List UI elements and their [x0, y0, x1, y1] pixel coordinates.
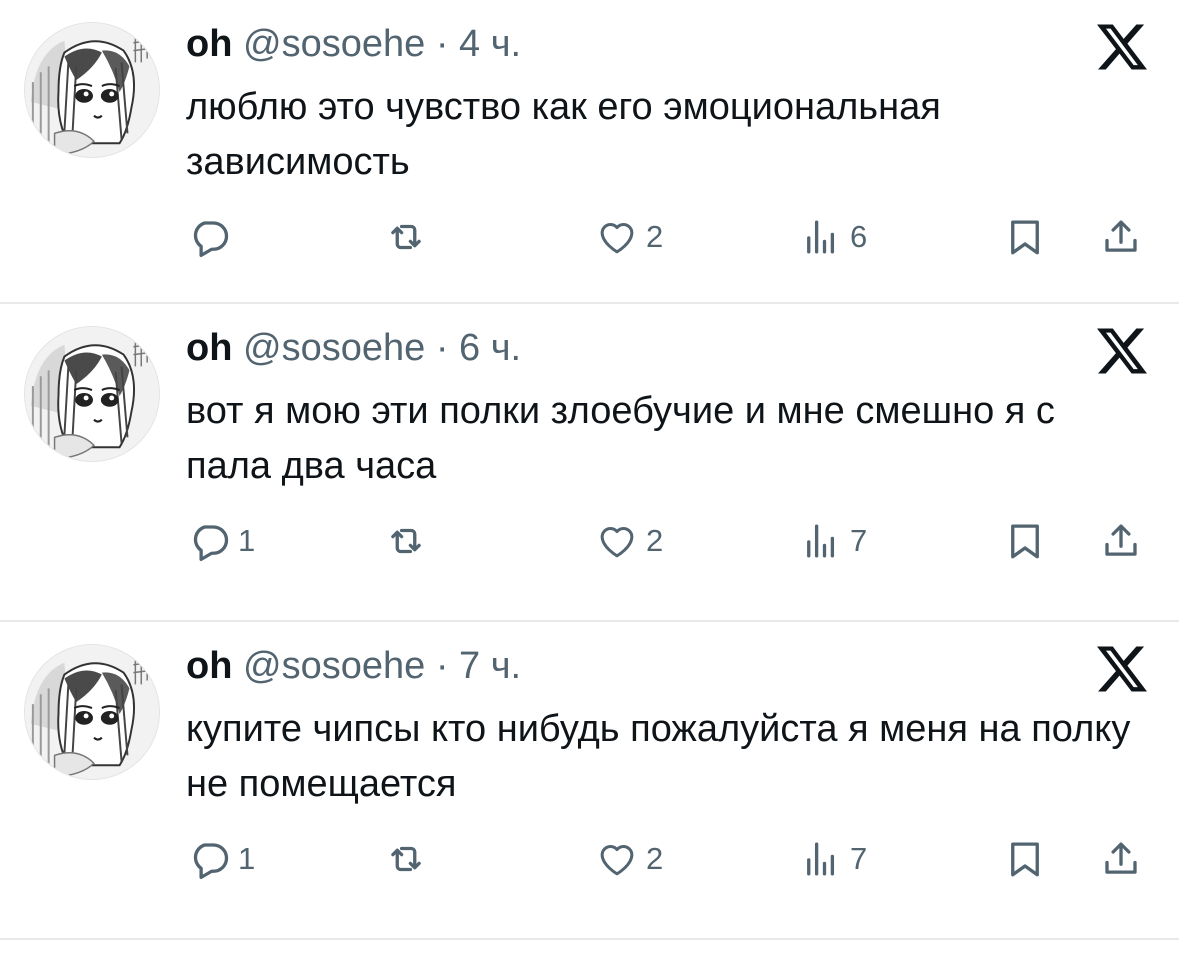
- reply-button[interactable]: [188, 212, 238, 262]
- tweet-actions: 2 6: [0, 212, 1179, 262]
- views-button[interactable]: 7: [800, 516, 867, 566]
- reply-count: 1: [238, 523, 256, 558]
- retweet-button[interactable]: [385, 834, 435, 884]
- like-button[interactable]: 2: [596, 212, 663, 262]
- views-button[interactable]: 6: [800, 212, 867, 262]
- manga-girl-avatar-image: [25, 327, 159, 461]
- view-count: 7: [850, 523, 868, 558]
- like-button[interactable]: 2: [596, 834, 663, 884]
- display-name[interactable]: oh: [186, 23, 232, 65]
- bookmark-icon: [1011, 220, 1039, 255]
- heart-icon: [600, 527, 634, 558]
- share-button[interactable]: [1100, 516, 1142, 566]
- reply-button[interactable]: 1: [188, 834, 255, 884]
- username-handle[interactable]: @sosoehe: [243, 23, 425, 65]
- retweet-icon: [391, 846, 421, 872]
- reply-button[interactable]: 1: [188, 516, 255, 566]
- tweet-actions: 1 2 7: [0, 516, 1179, 566]
- tweet-text: купите чипсы кто нибудь пожалуйста я мен…: [186, 708, 1131, 805]
- tweet-header: oh @sosoehe · 6 ч.: [186, 326, 521, 370]
- like-count: 2: [646, 841, 664, 876]
- retweet-icon: [391, 224, 421, 250]
- tweet[interactable]: oh @sosoehe · 6 ч. вот я мою эти полки з…: [0, 304, 1179, 622]
- timeline: oh @sosoehe · 4 ч. люблю это чувство как…: [0, 0, 1179, 940]
- share-button[interactable]: [1100, 212, 1142, 262]
- avatar[interactable]: [24, 326, 160, 462]
- username-handle[interactable]: @sosoehe: [243, 645, 425, 687]
- separator-dot: ·: [435, 645, 449, 687]
- retweet-button[interactable]: [385, 516, 435, 566]
- retweet-button[interactable]: [385, 212, 435, 262]
- tweet[interactable]: oh @sosoehe · 7 ч. купите чипсы кто нибу…: [0, 622, 1179, 940]
- view-count: 6: [850, 219, 868, 254]
- like-button[interactable]: 2: [596, 516, 663, 566]
- manga-girl-avatar-image: [25, 23, 159, 157]
- share-icon: [1105, 524, 1137, 556]
- heart-icon: [600, 223, 634, 254]
- timestamp[interactable]: 7 ч.: [459, 645, 521, 687]
- like-count: 2: [646, 523, 664, 558]
- bookmark-button[interactable]: [1004, 516, 1046, 566]
- tweet-text: вот я мою эти полки злоебучие и мне смеш…: [186, 390, 1055, 487]
- heart-icon: [600, 845, 634, 876]
- like-count: 2: [646, 219, 664, 254]
- reply-icon: [193, 525, 229, 562]
- avatar[interactable]: [24, 644, 160, 780]
- retweet-icon: [391, 528, 421, 554]
- bookmark-icon: [1011, 524, 1039, 559]
- display-name[interactable]: oh: [186, 327, 232, 369]
- views-icon: [807, 220, 835, 254]
- views-button[interactable]: 7: [800, 834, 867, 884]
- x-logo-icon: [1097, 328, 1147, 374]
- view-count: 7: [850, 841, 868, 876]
- tweet-header: oh @sosoehe · 4 ч.: [186, 22, 521, 66]
- views-icon: [807, 842, 835, 876]
- tweet-header: oh @sosoehe · 7 ч.: [186, 644, 521, 688]
- separator-dot: ·: [435, 327, 449, 369]
- username-handle[interactable]: @sosoehe: [243, 327, 425, 369]
- x-logo-icon: [1097, 24, 1147, 70]
- share-icon: [1105, 842, 1137, 874]
- separator-dot: ·: [435, 23, 449, 65]
- timestamp[interactable]: 6 ч.: [459, 327, 521, 369]
- tweet-text: люблю это чувство как его эмоциональная …: [186, 86, 941, 183]
- reply-icon: [193, 221, 229, 258]
- tweet-actions: 1 2 7: [0, 834, 1179, 884]
- x-logo-icon: [1097, 646, 1147, 692]
- reply-icon: [193, 843, 229, 880]
- tweet[interactable]: oh @sosoehe · 4 ч. люблю это чувство как…: [0, 0, 1179, 304]
- avatar[interactable]: [24, 22, 160, 158]
- share-button[interactable]: [1100, 834, 1142, 884]
- views-icon: [807, 524, 835, 558]
- timestamp[interactable]: 4 ч.: [459, 23, 521, 65]
- reply-count: 1: [238, 841, 256, 876]
- bookmark-button[interactable]: [1004, 834, 1046, 884]
- display-name[interactable]: oh: [186, 645, 232, 687]
- manga-girl-avatar-image: [25, 645, 159, 779]
- bookmark-icon: [1011, 842, 1039, 877]
- bookmark-button[interactable]: [1004, 212, 1046, 262]
- share-icon: [1105, 220, 1137, 252]
